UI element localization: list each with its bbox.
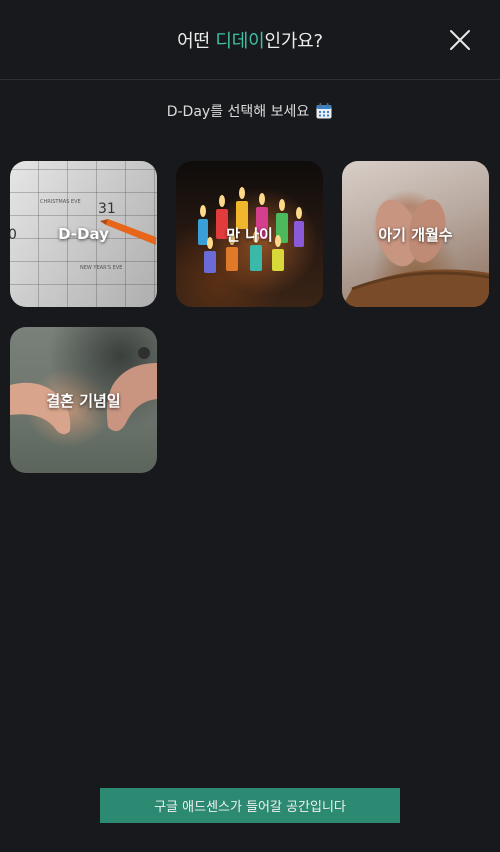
- header: 어떤 디데이인가요?: [0, 0, 500, 80]
- page-title: 어떤 디데이인가요?: [177, 27, 323, 53]
- calendar-icon: [316, 103, 332, 119]
- card-label: 만 나이: [226, 225, 273, 244]
- title-prefix: 어떤: [177, 30, 216, 52]
- card-label: 아기 개월수: [378, 225, 453, 244]
- dday-type-grid: 31 CHRISTMAS EVE NEW YEAR'S EVE 0 D-Day: [10, 161, 490, 473]
- ad-banner[interactable]: 구글 애드센스가 들어갈 공간입니다: [100, 788, 400, 823]
- ad-banner-text: 구글 애드센스가 들어갈 공간입니다: [154, 800, 346, 815]
- close-icon: [450, 30, 470, 50]
- card-wedding-anniversary[interactable]: 결혼 기념일: [10, 327, 157, 473]
- close-button[interactable]: [448, 28, 472, 52]
- card-label: D-Day: [58, 225, 109, 243]
- card-age[interactable]: 만 나이: [176, 161, 323, 307]
- subtitle: D-Day를 선택해 보세요: [0, 101, 500, 121]
- card-label: 결혼 기념일: [46, 391, 121, 410]
- card-dday[interactable]: 31 CHRISTMAS EVE NEW YEAR'S EVE 0 D-Day: [10, 161, 157, 307]
- title-suffix: 인가요?: [264, 30, 323, 52]
- title-accent: 디데이: [215, 30, 265, 52]
- card-baby-months[interactable]: 아기 개월수: [342, 161, 489, 307]
- subtitle-text: D-Day를 선택해 보세요: [166, 104, 310, 120]
